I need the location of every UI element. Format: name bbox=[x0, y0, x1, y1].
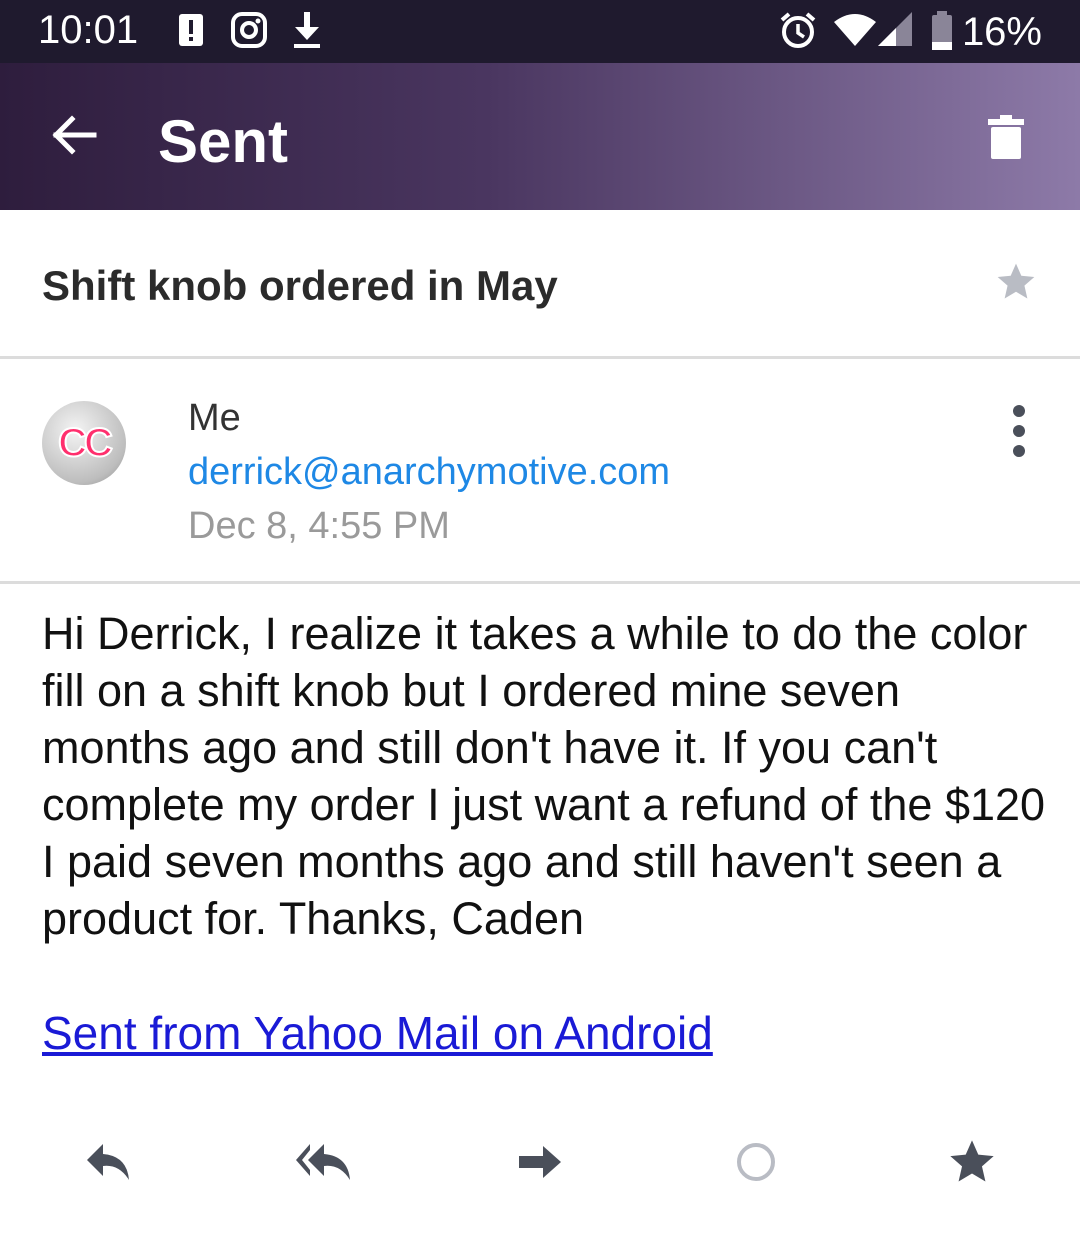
wifi-icon bbox=[832, 10, 878, 55]
signature-link[interactable]: Sent from Yahoo Mail on Android bbox=[42, 1006, 713, 1060]
mark-unread-icon[interactable] bbox=[724, 1130, 788, 1194]
message-date: Dec 8, 4:55 PM bbox=[188, 505, 450, 547]
avatar-initials: CC bbox=[57, 420, 114, 466]
forward-icon[interactable] bbox=[508, 1130, 572, 1194]
star-icon[interactable] bbox=[940, 1130, 1004, 1194]
status-time: 10:01 bbox=[38, 8, 139, 52]
app-bar: Sent bbox=[0, 63, 1080, 210]
message-body: Hi Derrick, I realize it takes a while t… bbox=[42, 608, 1046, 944]
trash-icon[interactable] bbox=[986, 113, 1026, 161]
reply-all-icon[interactable] bbox=[292, 1130, 356, 1194]
signal-icon bbox=[876, 10, 914, 55]
battery-icon bbox=[930, 10, 954, 57]
download-icon bbox=[290, 10, 324, 55]
alarm-icon bbox=[778, 10, 818, 55]
message-toolbar bbox=[0, 1120, 1080, 1200]
page-title: Sent bbox=[158, 108, 289, 175]
reply-icon[interactable] bbox=[76, 1130, 140, 1194]
sender-header: CC Me derrick@anarchymotive.com Dec 8, 4… bbox=[0, 359, 1080, 584]
battery-percent: 16% bbox=[961, 10, 1042, 54]
star-icon[interactable] bbox=[994, 260, 1038, 304]
sender-email[interactable]: derrick@anarchymotive.com bbox=[188, 451, 670, 494]
avatar[interactable]: CC bbox=[42, 401, 126, 485]
instagram-icon bbox=[230, 10, 268, 55]
alert-icon bbox=[178, 10, 204, 55]
subject-row: Shift knob ordered in May bbox=[0, 210, 1080, 359]
message-subject: Shift knob ordered in May bbox=[42, 262, 558, 309]
more-options-icon[interactable] bbox=[1006, 403, 1032, 459]
sender-name: Me bbox=[188, 397, 241, 439]
back-arrow-icon[interactable] bbox=[48, 107, 104, 163]
status-bar: 10:01 16% bbox=[0, 0, 1080, 63]
